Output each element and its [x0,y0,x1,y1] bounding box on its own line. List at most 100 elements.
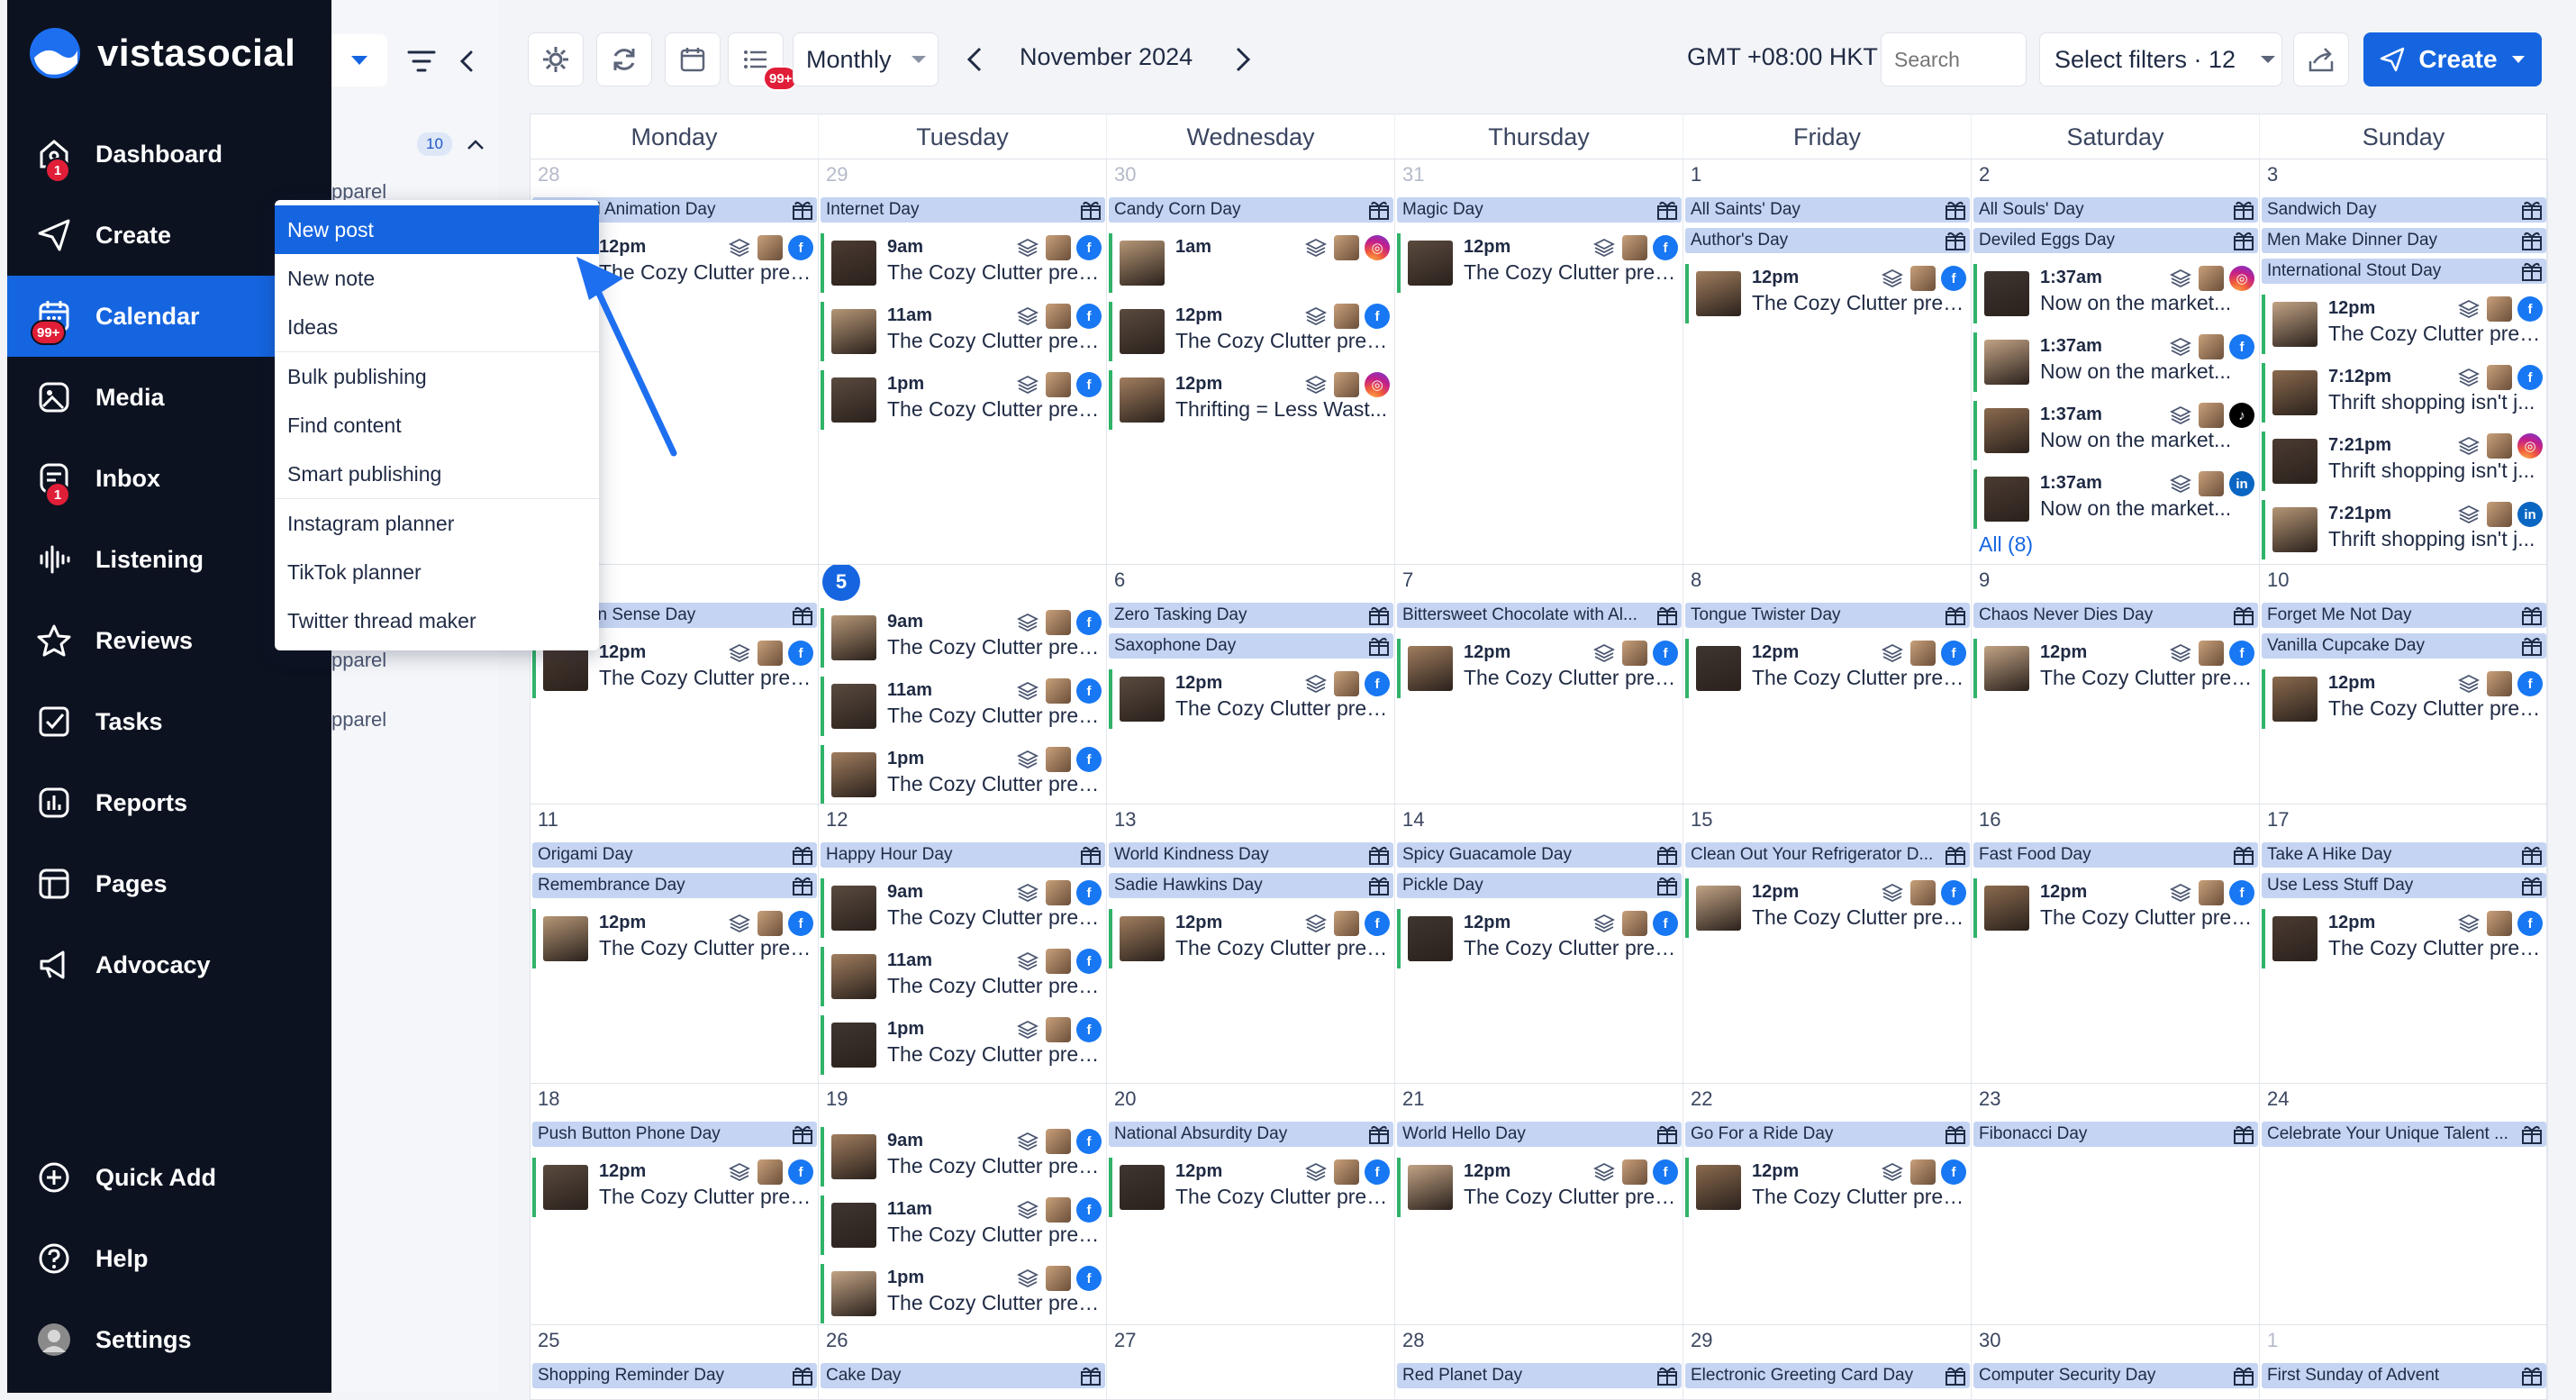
calendar-day-cell[interactable]: 1 All Saints' Day Author's Day 12pm The Cozy… [1683,159,1972,564]
scheduled-post-card[interactable]: 12pm The Cozy Clutter pres... f [1397,233,1682,293]
scheduled-post-card[interactable]: 1pm The Cozy Clutter pres... f [821,745,1105,804]
holiday-label[interactable]: Pickle Day [1397,873,1682,898]
calendar-day-cell[interactable]: 30 Computer Security Day [1972,1325,2260,1400]
holiday-label[interactable]: Men Make Dinner Day [2262,228,2546,253]
calendar-day-cell[interactable]: 26 Cake Day [819,1325,1107,1400]
view-select[interactable]: Monthly [793,32,939,86]
menu-item-twitter-thread-maker[interactable]: Twitter thread maker [275,596,599,645]
scheduled-post-card[interactable]: 11am The Cozy Clutter pres... f [821,1195,1105,1255]
sidebar-item-reports[interactable]: Reports [7,762,331,843]
holiday-label[interactable]: Take A Hike Day [2262,842,2546,868]
menu-item-tiktok-planner[interactable]: TikTok planner [275,548,599,596]
collapse-panel-icon[interactable] [449,43,485,79]
scheduled-post-card[interactable]: 9am The Cozy Clutter pres... f [821,608,1105,668]
holiday-label[interactable]: Author's Day [1685,228,1970,253]
calendar-day-cell[interactable]: 30 Candy Corn Day 1am ◎ 12pm The Cozy Clutter… [1107,159,1395,564]
holiday-label[interactable]: Saxophone Day [1109,633,1393,659]
holiday-label[interactable]: Fast Food Day [1973,842,2258,868]
scheduled-post-card[interactable]: 12pm The Cozy Clutter pres... f [1109,302,1393,361]
scheduled-post-card[interactable]: 12pm The Cozy Clutter pres... f [2262,909,2546,968]
scheduled-post-card[interactable]: 7:12pm Thrift shopping isn't j... f [2262,363,2546,423]
holiday-label[interactable]: Go For a Ride Day [1685,1122,1970,1147]
holiday-label[interactable]: Vanilla Cupcake Day [2262,633,2546,659]
holiday-label[interactable]: Tongue Twister Day [1685,603,1970,628]
scheduled-post-card[interactable]: 9am The Cozy Clutter pres... f [821,1127,1105,1186]
settings-button[interactable] [528,32,584,86]
scheduled-post-card[interactable]: 12pm The Cozy Clutter pres... f [2262,295,2546,354]
scheduled-post-card[interactable]: 12pm The Cozy Clutter pres... f [1685,1158,1970,1217]
holiday-label[interactable]: Sadie Hawkins Day [1109,873,1393,898]
menu-item-find-content[interactable]: Find content [275,401,599,450]
calendar-day-cell[interactable]: 16 Fast Food Day 12pm The Cozy Clutter pres… [1972,805,2260,1083]
calendar-day-cell[interactable]: 12 Happy Hour Day 9am The Cozy Clutter pres… [819,805,1107,1083]
calendar-day-cell[interactable]: 6 Zero Tasking Day Saxophone Day 12pm The Co… [1107,565,1395,804]
profile-selector-button[interactable] [331,34,387,86]
calendar-day-cell[interactable]: 18 Push Button Phone Day 12pm The Cozy Clut… [531,1084,819,1324]
holiday-label[interactable]: International Stout Day [2262,259,2546,284]
calendar-day-cell[interactable]: 20 National Absurdity Day 12pm The Cozy Clu… [1107,1084,1395,1324]
holiday-label[interactable]: Fibonacci Day [1973,1122,2258,1147]
calendar-day-cell[interactable]: 21 World Hello Day 12pm The Cozy Clutter pr… [1395,1084,1683,1324]
holiday-label[interactable]: All Souls' Day [1973,197,2258,223]
holiday-label[interactable]: Remembrance Day [532,873,817,898]
scheduled-post-card[interactable]: 1am ◎ [1109,233,1393,293]
menu-item-bulk-publishing[interactable]: Bulk publishing [275,352,599,401]
scheduled-post-card[interactable]: 12pm The Cozy Clutter pres... f [1109,1158,1393,1217]
scheduled-post-card[interactable]: 12pm The Cozy Clutter pres... f [1397,639,1682,698]
holiday-label[interactable]: World Hello Day [1397,1122,1682,1147]
calendar-day-cell[interactable]: 25 Shopping Reminder Day [531,1325,819,1400]
scheduled-post-card[interactable]: 12pm The Cozy Clutter pres... f [1397,909,1682,968]
create-button[interactable]: Create [2363,32,2542,86]
calendar-day-cell[interactable]: 1 First Sunday of Advent [2260,1325,2548,1400]
holiday-label[interactable]: Spicy Guacamole Day [1397,842,1682,868]
scheduled-post-card[interactable]: 9am The Cozy Clutter pres... f [821,233,1105,293]
calendar-day-cell[interactable]: 13 World Kindness Day Sadie Hawkins Day 12p… [1107,805,1395,1083]
sidebar-item-advocacy[interactable]: Advocacy [7,924,331,1005]
calendar-day-cell[interactable]: 29 Electronic Greeting Card Day [1683,1325,1972,1400]
scheduled-post-card[interactable]: 11am The Cozy Clutter pres... f [821,677,1105,736]
holiday-label[interactable]: Shopping Reminder Day [532,1363,817,1388]
calendar-day-cell[interactable]: 10 Forget Me Not Day Vanilla Cupcake Day 12… [2260,565,2548,804]
calendar-day-cell[interactable]: 2 All Souls' Day Deviled Eggs Day 1:37am Now… [1972,159,2260,564]
next-month-button[interactable] [1232,43,1259,76]
list-view-button[interactable]: 99+ [728,32,799,91]
scheduled-post-card[interactable]: 11am The Cozy Clutter pres... f [821,947,1105,1006]
sidebar-item-quick-add[interactable]: Quick Add [7,1137,331,1218]
share-button[interactable] [2293,32,2349,86]
calendar-day-cell[interactable]: 3 Sandwich Day Men Make Dinner Day Internat… [2260,159,2548,564]
menu-item-smart-publishing[interactable]: Smart publishing [275,450,599,498]
scheduled-post-card[interactable]: 12pm The Cozy Clutter pres... f [532,909,817,968]
scheduled-post-card[interactable]: 1:37am Now on the market... ◎ [1973,264,2258,323]
brand-logo[interactable]: vistasocial [29,27,295,79]
holiday-label[interactable]: Push Button Phone Day [532,1122,817,1147]
scheduled-post-card[interactable]: 12pm The Cozy Clutter pres... f [1685,878,1970,938]
calendar-day-cell[interactable]: 5 9am The Cozy Clutter pres... f 11am The Coz… [819,565,1107,804]
scheduled-post-card[interactable]: 12pm The Cozy Clutter pres... f [1973,878,2258,938]
holiday-label[interactable]: Celebrate Your Unique Talent ... [2262,1122,2546,1147]
calendar-day-cell[interactable]: 9 Chaos Never Dies Day 12pm The Cozy Clutte… [1972,565,2260,804]
holiday-label[interactable]: Zero Tasking Day [1109,603,1393,628]
holiday-label[interactable]: Computer Security Day [1973,1363,2258,1388]
holiday-label[interactable]: National Absurdity Day [1109,1122,1393,1147]
calendar-day-cell[interactable]: 17 Take A Hike Day Use Less Stuff Day 12pm T… [2260,805,2548,1083]
calendar-day-cell[interactable]: 24 Celebrate Your Unique Talent ... [2260,1084,2548,1324]
holiday-label[interactable]: All Saints' Day [1685,197,1970,223]
scheduled-post-card[interactable]: 12pm The Cozy Clutter pres... f [1109,909,1393,968]
scheduled-post-card[interactable]: 7:21pm Thrift shopping isn't j... ◎ [2262,432,2546,491]
holiday-label[interactable]: Electronic Greeting Card Day [1685,1363,1970,1388]
holiday-label[interactable]: Sandwich Day [2262,197,2546,223]
calendar-day-cell[interactable]: 22 Go For a Ride Day 12pm The Cozy Clutter … [1683,1084,1972,1324]
scheduled-post-card[interactable]: 12pm The Cozy Clutter pres... f [1397,1158,1682,1217]
calendar-day-cell[interactable]: 15 Clean Out Your Refrigerator D... 12pm Th… [1683,805,1972,1083]
holiday-label[interactable]: Happy Hour Day [821,842,1105,868]
calendar-day-cell[interactable]: 14 Spicy Guacamole Day Pickle Day 12pm The C… [1395,805,1683,1083]
sidebar-item-help[interactable]: Help [7,1218,331,1299]
menu-item-new-note[interactable]: New note [275,254,599,303]
timezone-label[interactable]: GMT +08:00 HKT [1687,43,1878,71]
holiday-label[interactable]: Clean Out Your Refrigerator D... [1685,842,1970,868]
holiday-label[interactable]: First Sunday of Advent [2262,1363,2546,1388]
sidebar-item-dashboard[interactable]: 1 Dashboard [7,114,331,195]
calendar-day-cell[interactable]: 29 Internet Day 9am The Cozy Clutter pres..… [819,159,1107,564]
holiday-label[interactable]: World Kindness Day [1109,842,1393,868]
holiday-label[interactable]: Internet Day [821,197,1105,223]
